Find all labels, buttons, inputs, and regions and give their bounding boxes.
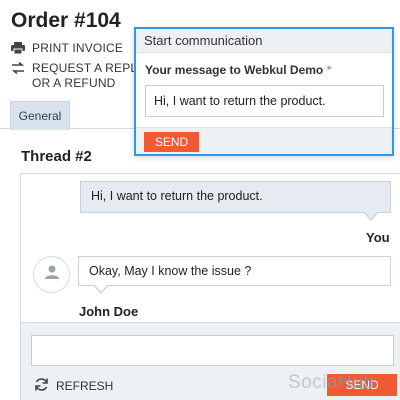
print-invoice-link[interactable]: PRINT INVOICE — [11, 41, 123, 55]
message-field-label: Your message to Webkul Demo * — [145, 63, 331, 77]
watermark-logo: SociaHub — [288, 372, 374, 394]
request-replacement-label: REQUEST A REPL OR A REFUND — [32, 61, 137, 91]
request-label-line1: REQUEST A REPL — [32, 61, 138, 75]
order-title: Order #104 — [11, 9, 121, 32]
required-marker: * — [326, 63, 332, 77]
bubble-tail — [363, 211, 379, 221]
print-invoice-label: PRINT INVOICE — [32, 41, 124, 55]
message-sender: John Doe — [79, 304, 139, 319]
popup-title: Start communication — [136, 29, 392, 53]
message-bubble-received: Okay, May I know the issue ? — [78, 256, 391, 286]
printer-icon — [11, 42, 25, 55]
refresh-icon — [34, 377, 49, 395]
message-sender: You — [366, 230, 390, 245]
request-label-line2: OR A REFUND — [32, 76, 116, 90]
swap-icon — [11, 61, 25, 75]
tab-general[interactable]: General — [10, 101, 70, 130]
thread-title: Thread #2 — [21, 148, 92, 165]
refresh-button[interactable]: REFRESH — [34, 377, 113, 395]
message-bubble-sent: Hi, I want to return the product. — [80, 181, 391, 213]
start-communication-popup: Start communication Your message to Webk… — [134, 27, 394, 156]
bubble-tail — [93, 284, 109, 294]
watermark-part1: Socia — [288, 372, 339, 393]
message-field[interactable]: Hi, I want to return the product. — [145, 85, 384, 117]
popup-footer: SEND — [136, 127, 392, 154]
request-replacement-link[interactable]: REQUEST A REPL OR A REFUND — [11, 61, 137, 91]
avatar — [33, 256, 70, 293]
message-label-text: Your message to Webkul Demo — [145, 63, 324, 77]
send-message-button[interactable]: SEND — [144, 132, 199, 152]
thread-panel: Hi, I want to return the product. You Ok… — [20, 173, 400, 400]
user-icon — [44, 264, 60, 285]
watermark-part2: Hub — [338, 372, 375, 393]
refresh-label: REFRESH — [56, 379, 114, 393]
reply-input[interactable] — [31, 335, 394, 366]
